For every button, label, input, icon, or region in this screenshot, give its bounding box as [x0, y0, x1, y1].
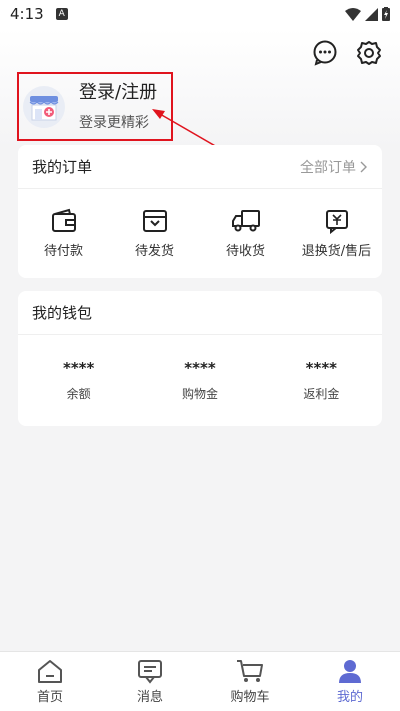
- order-refund-aftersale[interactable]: 退换货/售后: [291, 208, 382, 259]
- package-icon: [142, 209, 167, 232]
- wallet-row: **** 余额 **** 购物金 **** 返利金: [18, 335, 382, 425]
- my-orders-card: 我的订单 全部订单 待付款 待发货 待收货 退换货/售后: [18, 145, 382, 278]
- user-icon: [339, 660, 361, 683]
- truck-icon: [231, 209, 260, 231]
- wifi-icon: [345, 7, 361, 21]
- tab-cart[interactable]: 购物车: [200, 652, 300, 711]
- login-register-title[interactable]: 登录/注册: [79, 78, 157, 104]
- notification-badge: A: [55, 8, 68, 20]
- message-icon[interactable]: [310, 38, 340, 68]
- wallet-shopping-gold[interactable]: **** 购物金: [139, 359, 260, 402]
- order-pending-shipment[interactable]: 待发货: [109, 208, 200, 259]
- status-bar: 4:13 A: [0, 0, 400, 28]
- avatar: [23, 85, 65, 128]
- message-icon: [138, 660, 162, 684]
- order-pending-payment[interactable]: 待付款: [18, 208, 109, 259]
- wallet-value: ****: [62, 358, 95, 377]
- order-item-label: 待付款: [43, 243, 83, 259]
- shop-icon: [29, 95, 59, 120]
- cart-icon: [237, 660, 263, 682]
- tab-mine[interactable]: 我的: [300, 652, 400, 711]
- wallet-label: 购物金: [181, 386, 218, 401]
- wallet-balance[interactable]: **** 余额: [18, 359, 139, 402]
- login-profile[interactable]: 登录/注册 登录更精彩: [17, 72, 173, 141]
- my-wallet-card: 我的钱包 **** 余额 **** 购物金 **** 返利金: [18, 291, 382, 426]
- wallet-label: 返利金: [303, 386, 340, 401]
- wallet-header: 我的钱包: [18, 291, 382, 335]
- home-icon: [38, 660, 62, 683]
- wallet-label: 余额: [66, 386, 91, 401]
- gear-icon[interactable]: [354, 38, 384, 68]
- wallet-value: ****: [305, 358, 338, 377]
- tab-label: 首页: [36, 690, 63, 705]
- battery-icon: [382, 7, 390, 21]
- order-item-label: 待发货: [134, 243, 174, 259]
- login-subtitle: 登录更精彩: [79, 114, 149, 131]
- all-orders-link[interactable]: 全部订单: [300, 157, 368, 177]
- status-time: 4:13: [10, 5, 44, 23]
- wallet-title: 我的钱包: [32, 304, 93, 322]
- wallet-value: ****: [184, 358, 216, 377]
- order-status-row: 待付款 待发货 待收货 退换货/售后: [18, 189, 382, 277]
- refund-icon: [325, 209, 348, 234]
- tab-label: 购物车: [230, 690, 270, 705]
- all-orders-label: 全部订单: [300, 159, 356, 176]
- orders-title: 我的订单: [32, 158, 93, 176]
- order-item-label: 待收货: [225, 243, 265, 259]
- tab-label: 我的: [336, 690, 363, 705]
- order-item-label: 退换货/售后: [301, 243, 372, 259]
- top-actions: [310, 38, 384, 68]
- status-icons: [345, 7, 390, 21]
- wallet-icon: [51, 208, 76, 232]
- wallet-rebate[interactable]: **** 返利金: [261, 359, 382, 402]
- profile-text: 登录/注册 登录更精彩: [79, 78, 157, 132]
- order-pending-receipt[interactable]: 待收货: [200, 208, 291, 259]
- signal-icon: [365, 7, 378, 21]
- tab-home[interactable]: 首页: [0, 652, 100, 711]
- chevron-right-icon: [360, 161, 367, 172]
- tab-label: 消息: [136, 690, 163, 705]
- orders-header: 我的订单 全部订单: [18, 145, 382, 189]
- bottom-tab-bar: 首页 消息 购物车 我的: [0, 651, 400, 711]
- tab-messages[interactable]: 消息: [100, 652, 200, 711]
